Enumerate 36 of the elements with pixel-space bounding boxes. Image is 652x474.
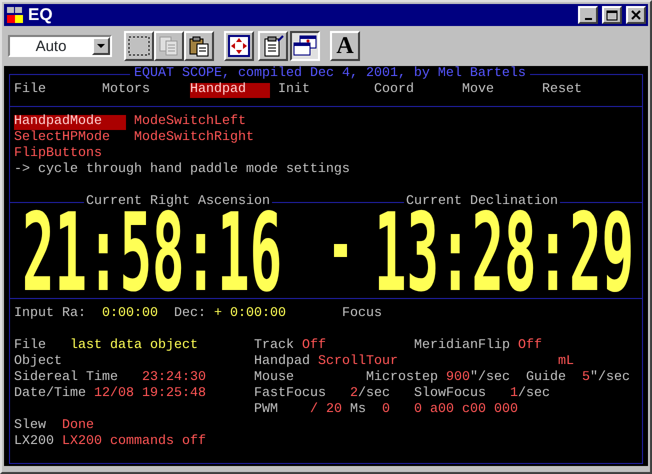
arrows-icon bbox=[228, 35, 250, 57]
windows-button[interactable] bbox=[290, 31, 320, 61]
window-title: EQ bbox=[28, 5, 53, 25]
separator-mark bbox=[334, 244, 347, 256]
paste-button[interactable] bbox=[184, 31, 214, 61]
ms-dos-icon bbox=[6, 6, 24, 24]
field-label: Microstep bbox=[366, 370, 438, 386]
font-button[interactable]: A bbox=[330, 31, 360, 61]
maximize-button[interactable] bbox=[602, 6, 622, 24]
close-button[interactable] bbox=[626, 6, 646, 24]
mark-button[interactable] bbox=[124, 31, 154, 61]
paste-icon bbox=[188, 35, 210, 57]
menu-option[interactable]: ModeSwitchRight bbox=[134, 130, 254, 146]
hint-text: -> cycle through hand paddle mode settings bbox=[14, 162, 350, 178]
maximize-icon bbox=[606, 10, 618, 20]
arrows-button[interactable] bbox=[224, 31, 254, 61]
mark-icon bbox=[128, 36, 150, 56]
copy-icon bbox=[158, 35, 180, 57]
field-label: Input Ra: bbox=[14, 306, 86, 322]
minimize-icon bbox=[584, 18, 592, 20]
field-value: last data object bbox=[70, 338, 198, 354]
field-label: Object bbox=[14, 354, 62, 370]
right-ascension-readout: 21:58:16 bbox=[22, 210, 282, 298]
font-size-dropdown[interactable]: Auto bbox=[8, 35, 112, 57]
properties-button[interactable] bbox=[258, 31, 288, 61]
minimize-button[interactable] bbox=[578, 6, 598, 24]
menu-option[interactable]: FlipButtons bbox=[14, 146, 102, 162]
declination-readout: 13:28:29 bbox=[374, 210, 634, 298]
properties-icon bbox=[262, 35, 284, 57]
windows-icon bbox=[293, 35, 317, 57]
section-heading: Current Right Ascension bbox=[84, 194, 272, 210]
field-label: Handpad bbox=[254, 354, 310, 370]
field-label: MeridianFlip bbox=[414, 338, 510, 354]
close-icon bbox=[631, 10, 641, 20]
console-title: EQUAT SCOPE, compiled Dec 4, 2001, by Mel Bartels bbox=[130, 66, 530, 82]
caret-icon bbox=[97, 44, 105, 48]
